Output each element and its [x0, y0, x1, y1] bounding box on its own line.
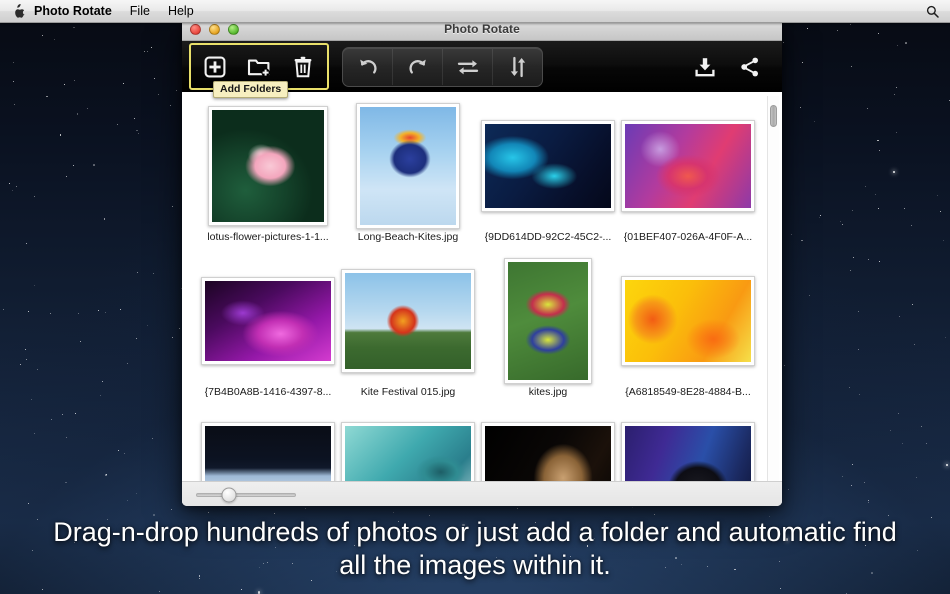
- status-bar: [182, 481, 782, 506]
- add-photos-button[interactable]: [193, 48, 237, 86]
- photo-thumbnail[interactable]: [356, 103, 460, 229]
- thumbnail-box: [198, 261, 338, 381]
- toolbar: Add Folders: [182, 41, 782, 98]
- photo-cell[interactable]: {7B4B0A8B-1416-4397-8...: [198, 261, 338, 416]
- photo-thumbnail[interactable]: [208, 106, 328, 226]
- output-actions-group: [682, 48, 772, 86]
- photo-filename: {01BEF407-026A-4F0F-A...: [623, 231, 753, 243]
- photo-grid-area[interactable]: lotus-flower-pictures-1-1... Long-Beach-K…: [182, 92, 782, 492]
- delete-button[interactable]: [281, 48, 325, 86]
- photo-cell[interactable]: Long-Beach-Kites.jpg: [338, 103, 478, 261]
- scrollbar-thumb[interactable]: [770, 105, 777, 128]
- photo-thumbnail[interactable]: [481, 120, 615, 212]
- flip-horizontal-button[interactable]: [443, 48, 493, 85]
- window-controls: [190, 23, 239, 35]
- photo-image: [360, 107, 456, 225]
- thumbnail-box: [478, 106, 618, 226]
- menu-file[interactable]: File: [121, 0, 159, 22]
- photo-thumbnail[interactable]: [621, 276, 755, 366]
- photo-filename: lotus-flower-pictures-1-1...: [207, 231, 329, 243]
- photo-cell[interactable]: lotus-flower-pictures-1-1...: [198, 106, 338, 261]
- add-folders-button[interactable]: [237, 48, 281, 86]
- promo-caption: Drag-n-drop hundreds of photos or just a…: [0, 516, 950, 582]
- photo-filename: {7B4B0A8B-1416-4397-8...: [204, 386, 332, 398]
- thumbnail-box: [478, 258, 618, 384]
- slider-track[interactable]: [196, 487, 296, 503]
- app-window: Photo Rotate Add Folders lotus-flower-pi…: [182, 18, 782, 506]
- minimize-button[interactable]: [209, 23, 220, 35]
- menu-app-name[interactable]: Photo Rotate: [25, 0, 121, 22]
- photo-cell[interactable]: {A6818549-8E28-4884-B...: [618, 261, 758, 416]
- photo-filename: {9DD614DD-92C2-45C2-...: [484, 231, 612, 243]
- tooltip-add-folders: Add Folders: [213, 81, 289, 98]
- flip-vertical-button[interactable]: [493, 49, 542, 85]
- photo-grid: lotus-flower-pictures-1-1... Long-Beach-K…: [182, 92, 782, 492]
- thumbnail-size-slider[interactable]: [182, 481, 782, 506]
- photo-cell[interactable]: Kite Festival 015.jpg: [338, 261, 478, 416]
- photo-filename: Kite Festival 015.jpg: [360, 386, 456, 398]
- photo-image: [625, 280, 751, 362]
- maximize-button[interactable]: [228, 23, 239, 35]
- rotate-right-button[interactable]: [393, 48, 443, 85]
- photo-thumbnail[interactable]: [201, 277, 335, 365]
- photo-cell[interactable]: kites.jpg: [478, 258, 618, 416]
- photo-cell[interactable]: {01BEF407-026A-4F0F-A...: [618, 106, 758, 261]
- photo-image: [212, 110, 324, 222]
- slider-knob[interactable]: [221, 487, 237, 503]
- menu-help[interactable]: Help: [159, 0, 203, 22]
- apple-menu-icon[interactable]: [11, 3, 25, 19]
- photo-image: [485, 124, 611, 208]
- vertical-scrollbar[interactable]: [767, 96, 779, 488]
- photo-thumbnail[interactable]: [341, 269, 475, 373]
- photo-thumbnail[interactable]: [621, 120, 755, 212]
- caption-line-1: Drag-n-drop hundreds of photos or just a…: [53, 517, 897, 547]
- thumbnail-box: [618, 261, 758, 381]
- caption-line-2: all the images within it.: [339, 550, 611, 580]
- share-button[interactable]: [727, 48, 772, 86]
- close-button[interactable]: [190, 23, 201, 35]
- menu-bar: Photo Rotate File Help: [0, 0, 950, 23]
- file-actions-group: Add Folders: [189, 43, 329, 98]
- photo-image: [205, 281, 331, 361]
- thumbnail-box: [618, 106, 758, 226]
- thumbnail-box: [338, 261, 478, 381]
- photo-filename: Long-Beach-Kites.jpg: [357, 231, 459, 243]
- photo-thumbnail[interactable]: [504, 258, 592, 384]
- photo-filename: kites.jpg: [528, 386, 568, 398]
- save-button[interactable]: [682, 48, 727, 86]
- photo-image: [625, 124, 751, 208]
- photo-filename: {A6818549-8E28-4884-B...: [625, 386, 751, 398]
- transform-actions-group: [342, 46, 543, 87]
- thumbnail-box: [338, 103, 478, 229]
- thumbnail-box: [198, 106, 338, 226]
- rotate-left-button[interactable]: [343, 48, 393, 85]
- spotlight-search-icon[interactable]: [925, 4, 939, 18]
- photo-cell[interactable]: {9DD614DD-92C2-45C2-...: [478, 106, 618, 261]
- photo-image: [508, 262, 588, 380]
- window-title: Photo Rotate: [444, 22, 520, 36]
- photo-image: [345, 273, 471, 369]
